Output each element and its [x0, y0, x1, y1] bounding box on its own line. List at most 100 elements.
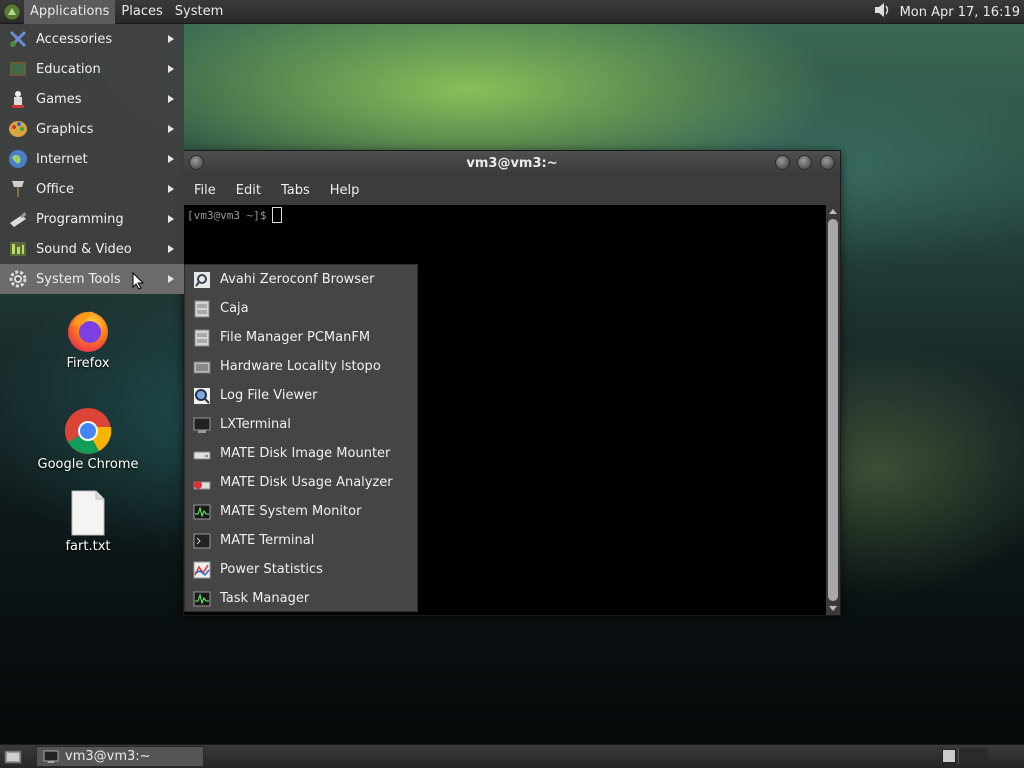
submenu-item-label: Task Manager — [220, 591, 310, 606]
submenu-item-log-file-viewer[interactable]: Log File Viewer — [185, 381, 417, 410]
submenu-item-lxterminal[interactable]: LXTerminal — [185, 410, 417, 439]
games-icon — [7, 88, 29, 110]
menu-item-label: Games — [36, 91, 82, 107]
system-monitor-icon — [192, 502, 212, 522]
menu-item-games[interactable]: Games — [0, 84, 184, 114]
terminal-icon — [192, 415, 212, 435]
submenu-item-mate-system-monitor[interactable]: MATE System Monitor — [185, 497, 417, 526]
desktop-icon-firefox[interactable]: Firefox — [33, 306, 143, 371]
menu-item-label: Sound & Video — [36, 241, 132, 257]
top-panel: Applications Places System Mon Apr 17, 1… — [0, 0, 1024, 24]
terminal-titlebar[interactable]: vm3@vm3:~ — [184, 151, 840, 175]
submenu-arrow-icon — [168, 125, 174, 133]
minimize-button[interactable] — [775, 155, 790, 170]
programming-icon — [7, 208, 29, 230]
menu-item-label: System Tools — [36, 271, 121, 287]
disk-usage-icon — [192, 473, 212, 493]
log-viewer-icon — [192, 386, 212, 406]
terminal-menu-edit[interactable]: Edit — [226, 183, 271, 198]
terminal-scrollbar[interactable] — [826, 205, 840, 615]
submenu-item-label: MATE Terminal — [220, 533, 315, 548]
submenu-arrow-icon — [168, 155, 174, 163]
menu-item-office[interactable]: Office — [0, 174, 184, 204]
submenu-item-file-manager-pcmanfm[interactable]: File Manager PCManFM — [185, 323, 417, 352]
terminal-menu-help[interactable]: Help — [320, 183, 370, 198]
desktop-icon-chrome[interactable]: Google Chrome — [33, 407, 143, 472]
hardware-icon — [192, 357, 212, 377]
accessories-icon — [7, 28, 29, 50]
system-tools-icon — [7, 268, 29, 290]
chrome-icon — [64, 407, 112, 455]
bottom-panel: vm3@vm3:~ — [0, 744, 1024, 768]
menu-item-accessories[interactable]: Accessories — [0, 24, 184, 54]
workspace-switcher-active[interactable] — [942, 749, 956, 763]
menu-item-sound-video[interactable]: Sound & Video — [0, 234, 184, 264]
menu-item-education[interactable]: Education — [0, 54, 184, 84]
maximize-button[interactable] — [797, 155, 812, 170]
menu-item-system-tools[interactable]: System Tools — [0, 264, 184, 294]
menu-item-label: Education — [36, 61, 101, 77]
places-menu[interactable]: Places — [115, 0, 168, 24]
window-menu-button[interactable] — [189, 155, 204, 170]
submenu-item-label: Avahi Zeroconf Browser — [220, 272, 375, 287]
menu-item-label: Graphics — [36, 121, 94, 137]
workspace-switcher-inactive[interactable] — [958, 748, 988, 764]
office-icon — [7, 178, 29, 200]
submenu-item-avahi-zeroconf-browser[interactable]: Avahi Zeroconf Browser — [185, 265, 417, 294]
submenu-item-hardware-locality[interactable]: Hardware Locality lstopo — [185, 352, 417, 381]
submenu-item-task-manager[interactable]: Task Manager — [185, 584, 417, 613]
menu-item-label: Accessories — [36, 31, 113, 47]
submenu-item-label: Power Statistics — [220, 562, 323, 577]
prompt-text: [vm3@vm3 ~]$ — [187, 208, 267, 222]
desktop-icon-label: Google Chrome — [37, 457, 139, 472]
submenu-arrow-icon — [168, 95, 174, 103]
scroll-down-arrow-icon[interactable] — [829, 606, 837, 611]
menu-item-label: Office — [36, 181, 74, 197]
menu-item-internet[interactable]: Internet — [0, 144, 184, 174]
file-cabinet-icon — [192, 299, 212, 319]
firefox-icon — [64, 306, 112, 354]
scroll-up-arrow-icon[interactable] — [829, 209, 837, 214]
mouse-pointer-icon — [132, 271, 145, 294]
show-desktop-icon[interactable] — [2, 746, 24, 768]
submenu-arrow-icon — [168, 35, 174, 43]
submenu-arrow-icon — [168, 215, 174, 223]
submenu-item-label: File Manager PCManFM — [220, 330, 371, 345]
sound-video-icon — [7, 238, 29, 260]
system-menu[interactable]: System — [169, 0, 229, 24]
text-file-icon — [64, 489, 112, 537]
taskbar-window-title: vm3@vm3:~ — [65, 749, 151, 764]
submenu-item-label: MATE System Monitor — [220, 504, 362, 519]
menu-item-graphics[interactable]: Graphics — [0, 114, 184, 144]
graphics-icon — [7, 118, 29, 140]
submenu-item-label: Hardware Locality lstopo — [220, 359, 381, 374]
internet-icon — [7, 148, 29, 170]
submenu-item-mate-disk-usage-analyzer[interactable]: MATE Disk Usage Analyzer — [185, 468, 417, 497]
submenu-item-label: MATE Disk Image Mounter — [220, 446, 391, 461]
terminal-menu-tabs[interactable]: Tabs — [271, 183, 320, 198]
file-cabinet-icon — [192, 328, 212, 348]
applications-dropdown: Accessories Education Games Graphics Int… — [0, 24, 184, 294]
taskbar-window-button[interactable]: vm3@vm3:~ — [36, 746, 204, 767]
submenu-item-mate-disk-image-mounter[interactable]: MATE Disk Image Mounter — [185, 439, 417, 468]
terminal-menubar: File Edit Tabs Help — [184, 175, 840, 205]
submenu-arrow-icon — [168, 185, 174, 193]
scrollbar-thumb[interactable] — [828, 219, 838, 601]
desktop-icon-text-file[interactable]: fart.txt — [33, 489, 143, 554]
submenu-item-power-statistics[interactable]: Power Statistics — [185, 555, 417, 584]
terminal-prompt: [vm3@vm3 ~]$ — [187, 207, 283, 223]
menu-item-label: Internet — [36, 151, 88, 167]
power-statistics-icon — [192, 560, 212, 580]
clock[interactable]: Mon Apr 17, 16:19 — [900, 5, 1020, 20]
task-manager-icon — [192, 589, 212, 609]
volume-icon[interactable] — [872, 1, 892, 23]
mate-logo-icon[interactable] — [0, 0, 24, 24]
terminal-icon — [43, 750, 59, 764]
close-button[interactable] — [820, 155, 835, 170]
terminal-menu-file[interactable]: File — [184, 183, 226, 198]
applications-menu[interactable]: Applications — [24, 0, 116, 24]
submenu-item-caja[interactable]: Caja — [185, 294, 417, 323]
menu-item-programming[interactable]: Programming — [0, 204, 184, 234]
submenu-item-mate-terminal[interactable]: MATE Terminal — [185, 526, 417, 555]
system-tools-submenu: Avahi Zeroconf Browser Caja File Manager… — [184, 264, 418, 612]
